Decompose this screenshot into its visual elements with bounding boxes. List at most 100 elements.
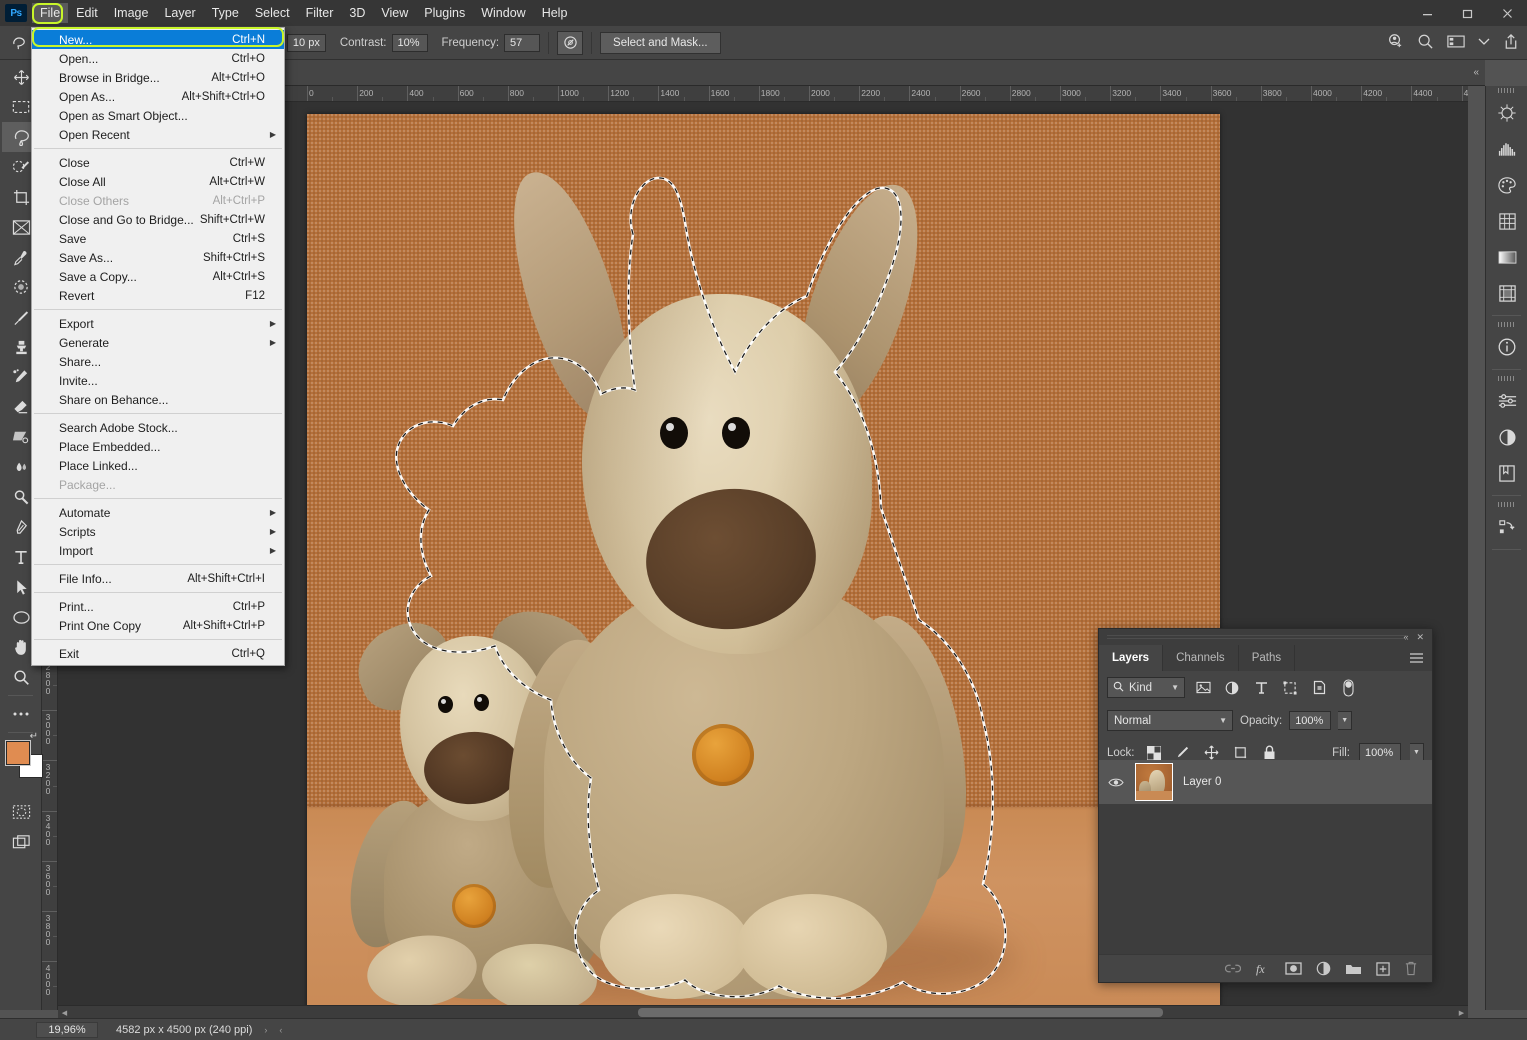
menu-item-invite[interactable]: Invite... xyxy=(32,371,284,390)
opacity-input[interactable]: 100% xyxy=(1289,711,1332,730)
smart-object-icon[interactable] xyxy=(1308,677,1330,698)
layer-list[interactable]: Layer 0 xyxy=(1099,760,1432,954)
foreground-color-swatch[interactable] xyxy=(6,741,30,765)
adjustments-icon[interactable] xyxy=(1486,383,1527,419)
info-icon[interactable] xyxy=(1486,329,1527,365)
menu-select[interactable]: Select xyxy=(247,3,298,23)
menu-item-scripts[interactable]: Scripts ▶ xyxy=(32,522,284,541)
add-person-icon[interactable] xyxy=(1387,33,1404,53)
menu-item-automate[interactable]: Automate ▶ xyxy=(32,503,284,522)
menu-item-open-as[interactable]: Open As... Alt+Shift+Ctrl+O xyxy=(32,87,284,106)
menu-item-import[interactable]: Import ▶ xyxy=(32,541,284,560)
blend-mode-select[interactable]: Normal ▼ xyxy=(1107,710,1233,731)
menu-item-close-and-go-to-bridge[interactable]: Close and Go to Bridge... Shift+Ctrl+W xyxy=(32,210,284,229)
menu-edit[interactable]: Edit xyxy=(68,3,106,23)
layer-visibility-eye-icon[interactable] xyxy=(1107,777,1125,788)
tab-paths[interactable]: Paths xyxy=(1239,645,1296,671)
tab-channels[interactable]: Channels xyxy=(1163,645,1239,671)
menu-item-open-as-smart-object[interactable]: Open as Smart Object... xyxy=(32,106,284,125)
menu-item-share-on-behance[interactable]: Share on Behance... xyxy=(32,390,284,409)
zoom-tool[interactable] xyxy=(2,662,40,692)
quick-mask-icon[interactable] xyxy=(2,797,40,827)
menu-item-new[interactable]: New... Ctrl+N xyxy=(32,30,284,49)
history-icon[interactable] xyxy=(1486,509,1527,545)
menu-item-close-all[interactable]: Close All Alt+Ctrl+W xyxy=(32,172,284,191)
status-expand-arrow[interactable]: › xyxy=(264,1025,267,1035)
layers-panel-header[interactable]: « ✕ xyxy=(1099,629,1432,645)
edit-toolbar-more-icon[interactable] xyxy=(2,699,40,729)
menu-item-share[interactable]: Share... xyxy=(32,352,284,371)
color-wheel-icon[interactable] xyxy=(1486,95,1527,131)
swatches-icon[interactable] xyxy=(1486,167,1527,203)
chevron-down-icon[interactable] xyxy=(1478,37,1490,49)
histogram-icon[interactable] xyxy=(1486,131,1527,167)
new-group-icon[interactable] xyxy=(1345,962,1362,975)
swap-colors-icon[interactable]: ↵ xyxy=(30,731,38,742)
new-layer-icon[interactable] xyxy=(1376,961,1390,976)
lasso-tool-icon[interactable] xyxy=(6,30,32,56)
menu-item-browse-in-bridge[interactable]: Browse in Bridge... Alt+Ctrl+O xyxy=(32,68,284,87)
add-layer-mask-icon[interactable] xyxy=(1285,962,1302,975)
frequency-input[interactable]: 57 xyxy=(504,33,541,52)
workspace-icon[interactable] xyxy=(1447,34,1465,52)
menu-3d[interactable]: 3D xyxy=(341,3,373,23)
maximize-icon[interactable] xyxy=(1447,0,1487,26)
opacity-stepper[interactable]: ▼ xyxy=(1338,711,1353,730)
pixel-layers-icon[interactable] xyxy=(1192,677,1214,698)
image-canvas[interactable] xyxy=(307,114,1220,1010)
status-left-arrow[interactable]: ‹ xyxy=(279,1025,282,1035)
panel-menu-icon[interactable] xyxy=(1409,651,1424,669)
menu-plugins[interactable]: Plugins xyxy=(416,3,473,23)
close-icon[interactable] xyxy=(1487,0,1527,26)
menu-help[interactable]: Help xyxy=(534,3,576,23)
menu-item-export[interactable]: Export ▶ xyxy=(32,314,284,333)
dock-grip-adjust[interactable] xyxy=(1486,374,1527,383)
menu-item-place-embedded[interactable]: Place Embedded... xyxy=(32,437,284,456)
menu-item-save-a-copy[interactable]: Save a Copy... Alt+Ctrl+S xyxy=(32,267,284,286)
menu-item-print-one-copy[interactable]: Print One Copy Alt+Shift+Ctrl+P xyxy=(32,616,284,635)
share-icon[interactable] xyxy=(1503,33,1519,53)
menu-item-file-info[interactable]: File Info... Alt+Shift+Ctrl+I xyxy=(32,569,284,588)
zoom-level-input[interactable]: 19,96% xyxy=(36,1021,98,1038)
libraries-icon[interactable] xyxy=(1486,455,1527,491)
dock-grip-history[interactable] xyxy=(1486,500,1527,509)
shape-layers-icon[interactable] xyxy=(1279,677,1301,698)
dock-grip-info[interactable] xyxy=(1486,320,1527,329)
filter-toggle-icon[interactable] xyxy=(1337,677,1359,698)
menu-item-place-linked[interactable]: Place Linked... xyxy=(32,456,284,475)
width-input[interactable]: 10 px xyxy=(286,33,326,52)
select-and-mask-button[interactable]: Select and Mask... xyxy=(600,31,721,54)
menu-item-exit[interactable]: Exit Ctrl+Q xyxy=(32,644,284,663)
menu-view[interactable]: View xyxy=(373,3,416,23)
gradients-icon[interactable] xyxy=(1486,239,1527,275)
new-adjustment-layer-icon[interactable] xyxy=(1316,961,1331,976)
menu-item-print[interactable]: Print... Ctrl+P xyxy=(32,597,284,616)
contrast-input[interactable]: 10% xyxy=(391,33,428,52)
tablet-pressure-icon[interactable] xyxy=(557,30,584,55)
layer-thumbnail[interactable] xyxy=(1135,763,1173,801)
menu-item-close[interactable]: Close Ctrl+W xyxy=(32,153,284,172)
menu-item-generate[interactable]: Generate ▶ xyxy=(32,333,284,352)
adjustment-layers-icon[interactable] xyxy=(1221,677,1243,698)
menu-item-search-adobe-stock[interactable]: Search Adobe Stock... xyxy=(32,418,284,437)
close-icon[interactable]: ✕ xyxy=(1416,632,1424,643)
menu-window[interactable]: Window xyxy=(473,3,533,23)
patterns-icon[interactable] xyxy=(1486,203,1527,239)
type-layers-icon[interactable] xyxy=(1250,677,1272,698)
canvas-horizontal-scrollbar[interactable]: ◀ ▶ xyxy=(58,1005,1468,1018)
color-swatches[interactable]: ↵ xyxy=(2,731,43,779)
menu-item-save[interactable]: Save Ctrl+S xyxy=(32,229,284,248)
filter-kind-select[interactable]: Kind ▼ xyxy=(1107,677,1185,698)
menu-item-save-as[interactable]: Save As... Shift+Ctrl+S xyxy=(32,248,284,267)
menu-item-revert[interactable]: Revert F12 xyxy=(32,286,284,305)
menu-item-open-recent[interactable]: Open Recent ▶ xyxy=(32,125,284,144)
menu-image[interactable]: Image xyxy=(106,3,157,23)
layer-row[interactable]: Layer 0 xyxy=(1099,760,1432,804)
properties-icon[interactable] xyxy=(1486,419,1527,455)
tab-layers[interactable]: Layers xyxy=(1099,645,1164,671)
dock-grip[interactable] xyxy=(1486,86,1527,95)
search-icon[interactable] xyxy=(1417,33,1434,53)
menu-layer[interactable]: Layer xyxy=(156,3,203,23)
file-dropdown-menu[interactable]: New... Ctrl+N Open... Ctrl+O Browse in Bridg… xyxy=(31,27,285,666)
menu-item-open[interactable]: Open... Ctrl+O xyxy=(32,49,284,68)
